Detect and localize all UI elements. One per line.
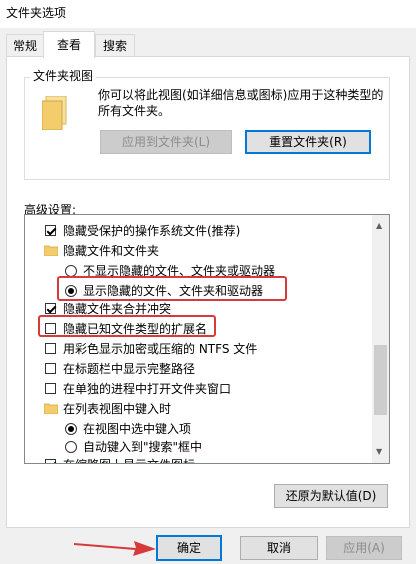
checkbox[interactable] (45, 225, 56, 236)
apply-to-folders-button[interactable]: 应用到文件夹(L) (100, 130, 232, 154)
list-item[interactable]: 在缩略图上显示文件图标 (25, 455, 371, 463)
folder-icon (44, 403, 58, 414)
scroll-down-icon[interactable]: ▼ (376, 447, 382, 456)
highlight-box (57, 276, 287, 301)
checkbox[interactable] (45, 459, 56, 463)
advanced-settings-list[interactable]: 隐藏受保护的操作系统文件(推荐) 隐藏文件和文件夹 不显示隐藏的文件、文件夹或驱… (24, 214, 390, 464)
apply-button[interactable]: 应用(A) (326, 536, 402, 560)
list-item[interactable]: 在单独的进程中打开文件夹窗口 (25, 379, 371, 399)
highlight-box (38, 315, 216, 337)
ok-button[interactable]: 确定 (156, 535, 222, 561)
list-item: 隐藏文件和文件夹 (25, 241, 371, 261)
vertical-scrollbar[interactable]: ▲ ▼ (372, 215, 389, 463)
folder-icon (42, 96, 67, 130)
folder-views-description: 你可以将此视图(如详细信息或图标)应用于这种类型的所有文件夹。 (98, 88, 384, 118)
scroll-thumb[interactable] (374, 345, 387, 415)
checkbox[interactable] (45, 343, 56, 354)
list-item-label: 自动键入到"搜索"框中 (83, 440, 203, 454)
radio-button[interactable] (65, 441, 77, 453)
checkbox[interactable] (45, 303, 56, 314)
window-title: 文件夹选项 (6, 6, 67, 20)
tab-view[interactable]: 查看 (43, 31, 95, 58)
folder-views-label: 文件夹视图 (30, 67, 97, 84)
list-item: 在列表视图中键入时 (25, 399, 371, 419)
cancel-button[interactable]: 取消 (240, 536, 318, 560)
arrow-pointer-icon (74, 541, 156, 556)
list-item-label: 在单独的进程中打开文件夹窗口 (63, 382, 232, 396)
checkbox[interactable] (45, 383, 56, 394)
scroll-up-icon[interactable]: ▲ (376, 221, 382, 230)
tab-general[interactable]: 常规 (6, 34, 44, 58)
restore-defaults-button[interactable]: 还原为默认值(D) (274, 484, 388, 508)
radio-button[interactable] (65, 423, 77, 435)
tab-search[interactable]: 搜索 (95, 34, 135, 58)
list-item-label: 隐藏文件和文件夹 (63, 244, 160, 258)
list-item[interactable]: 隐藏受保护的操作系统文件(推荐) (25, 221, 371, 241)
title-bar: 文件夹选项 (0, 0, 416, 28)
list-item[interactable]: 在视图中选中键入项 (25, 419, 371, 439)
list-item-label: 在标题栏中显示完整路径 (63, 362, 196, 376)
reset-folders-button[interactable]: 重置文件夹(R) (245, 130, 371, 154)
list-item-label: 在缩略图上显示文件图标 (63, 455, 195, 463)
list-item-label: 用彩色显示加密或压缩的 NTFS 文件 (63, 342, 258, 356)
checkbox[interactable] (45, 363, 56, 374)
folder-icon (44, 245, 58, 256)
list-item[interactable]: 在标题栏中显示完整路径 (25, 359, 371, 379)
list-item[interactable]: 用彩色显示加密或压缩的 NTFS 文件 (25, 339, 371, 359)
list-item[interactable]: 自动键入到"搜索"框中 (25, 437, 371, 457)
list-item-label: 在视图中选中键入项 (83, 422, 192, 436)
list-item-label: 在列表视图中键入时 (63, 402, 172, 416)
list-item-label: 隐藏受保护的操作系统文件(推荐) (63, 224, 241, 238)
